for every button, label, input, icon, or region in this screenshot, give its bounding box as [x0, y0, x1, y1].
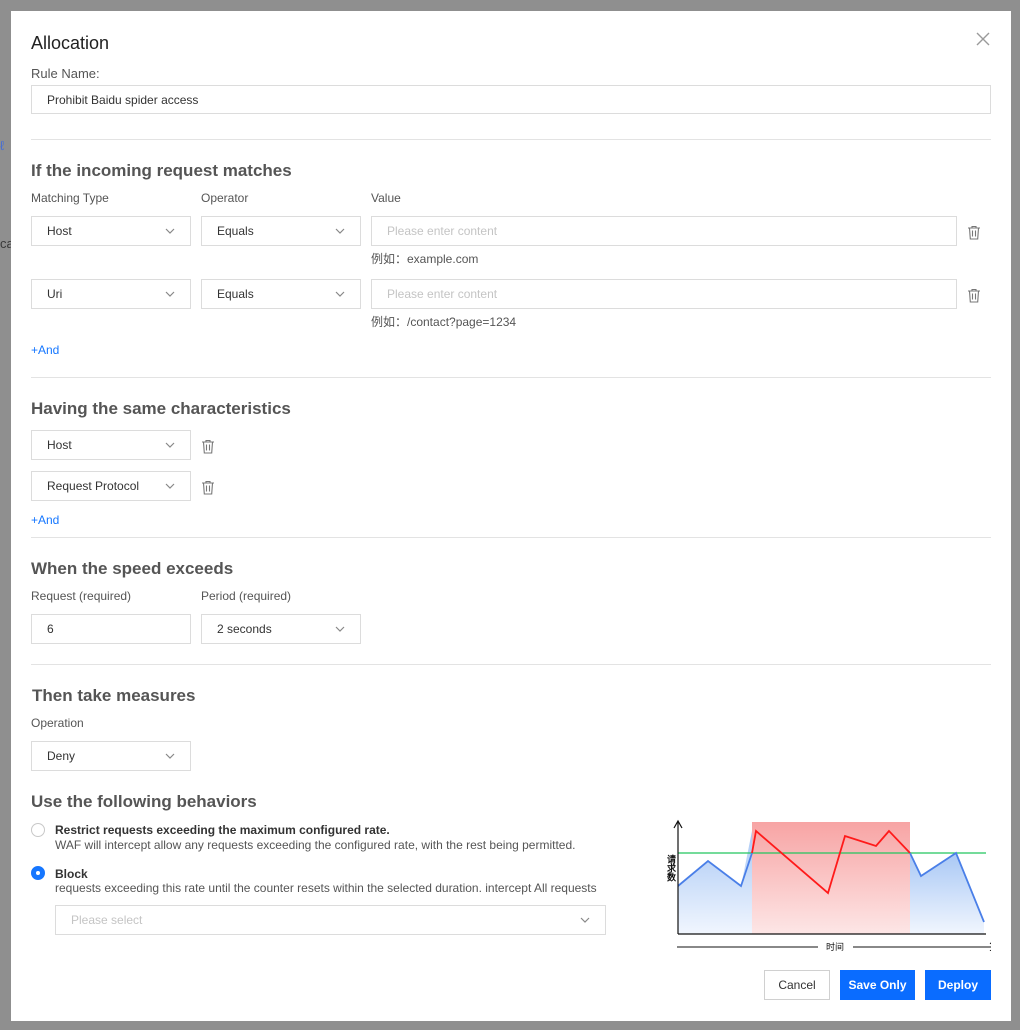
- matching-type-value: Host: [47, 224, 72, 238]
- background-fragment-icon: ℓ: [0, 138, 5, 153]
- characteristic-value: Request Protocol: [47, 479, 140, 493]
- matching-type-column-label: Matching Type: [31, 191, 109, 205]
- match-value-placeholder: Please enter content: [387, 224, 498, 238]
- trash-icon[interactable]: [201, 480, 215, 495]
- trash-icon[interactable]: [967, 288, 981, 303]
- operator-value: Equals: [217, 287, 254, 301]
- add-match-condition-link[interactable]: +And: [31, 343, 59, 357]
- chevron-down-icon: [165, 291, 175, 297]
- dialog-title: Allocation: [31, 33, 110, 53]
- match-value-input[interactable]: Please enter content: [371, 216, 957, 246]
- diagram-y-label: 请求数: [665, 853, 676, 882]
- block-option-title: Block: [55, 867, 88, 881]
- trash-icon[interactable]: [967, 225, 981, 240]
- measures-section-title: Then take measures: [32, 686, 196, 705]
- characteristic-select[interactable]: Request Protocol: [31, 471, 191, 501]
- restrict-rate-option-desc: WAF will intercept allow any requests ex…: [55, 838, 576, 852]
- characteristic-select[interactable]: Host: [31, 430, 191, 460]
- block-option-desc: requests exceeding this rate until the c…: [55, 881, 597, 895]
- deploy-button[interactable]: Deploy: [925, 970, 991, 1000]
- rule-name-label: Rule Name:: [31, 66, 100, 81]
- matching-type-select[interactable]: Host: [31, 216, 191, 246]
- restrict-rate-radio[interactable]: [31, 823, 45, 837]
- normal-area-left: [678, 831, 752, 934]
- divider: [31, 377, 991, 378]
- chevron-down-icon: [165, 483, 175, 489]
- operation-value: Deny: [47, 749, 76, 763]
- request-count-value: 6: [47, 622, 54, 636]
- match-value-hint: 例如：/contact?page=1234: [371, 315, 517, 329]
- operator-value: Equals: [217, 224, 254, 238]
- period-select[interactable]: 2 seconds: [201, 614, 361, 644]
- characteristic-value: Host: [47, 438, 72, 452]
- close-icon[interactable]: [975, 31, 991, 47]
- request-label: Request (required): [31, 589, 132, 603]
- request-count-input[interactable]: 6: [31, 614, 191, 644]
- period-value: 2 seconds: [217, 622, 272, 636]
- rule-name-value: Prohibit Baidu spider access: [47, 92, 199, 107]
- trash-icon[interactable]: [201, 439, 215, 454]
- value-column-label: Value: [371, 191, 401, 205]
- chevron-down-icon: [335, 291, 345, 297]
- divider: [31, 139, 991, 140]
- restrict-rate-option-title: Restrict requests exceeding the maximum …: [55, 823, 390, 837]
- exceed-region: [752, 822, 910, 934]
- block-duration-placeholder: Please select: [71, 913, 143, 927]
- match-value-hint: 例如：example.com: [371, 252, 479, 266]
- period-label: Period (required): [201, 589, 292, 603]
- operation-label: Operation: [31, 716, 84, 730]
- chevron-down-icon: [165, 442, 175, 448]
- match-value-input[interactable]: Please enter content: [371, 279, 957, 309]
- chevron-down-icon: [335, 228, 345, 234]
- chevron-down-icon: [580, 917, 590, 923]
- matching-type-select[interactable]: Uri: [31, 279, 191, 309]
- behaviors-section-title: Use the following behaviors: [31, 792, 257, 811]
- block-duration-select[interactable]: Please select: [55, 905, 606, 935]
- characteristics-section-title: Having the same characteristics: [31, 399, 291, 418]
- rate-limit-diagram: 时间 请求数: [665, 819, 991, 951]
- divider: [31, 537, 991, 538]
- block-radio[interactable]: [31, 866, 45, 880]
- allocation-dialog: Allocation Rule Name: Prohibit Baidu spi…: [11, 11, 1011, 1021]
- divider: [31, 664, 991, 665]
- matching-type-value: Uri: [47, 287, 63, 301]
- operator-column-label: Operator: [201, 191, 249, 205]
- operation-select[interactable]: Deny: [31, 741, 191, 771]
- match-section-title: If the incoming request matches: [31, 161, 292, 180]
- add-characteristic-link[interactable]: +And: [31, 513, 59, 527]
- operator-select[interactable]: Equals: [201, 279, 361, 309]
- cancel-button[interactable]: Cancel: [764, 970, 830, 1000]
- match-value-placeholder: Please enter content: [387, 287, 498, 301]
- diagram-x-label: 时间: [826, 941, 844, 951]
- operator-select[interactable]: Equals: [201, 216, 361, 246]
- save-only-button[interactable]: Save Only: [840, 970, 915, 1000]
- chevron-down-icon: [335, 626, 345, 632]
- speed-section-title: When the speed exceeds: [31, 559, 234, 578]
- chevron-down-icon: [165, 753, 175, 759]
- chevron-down-icon: [165, 228, 175, 234]
- rule-name-input[interactable]: Prohibit Baidu spider access: [31, 85, 991, 114]
